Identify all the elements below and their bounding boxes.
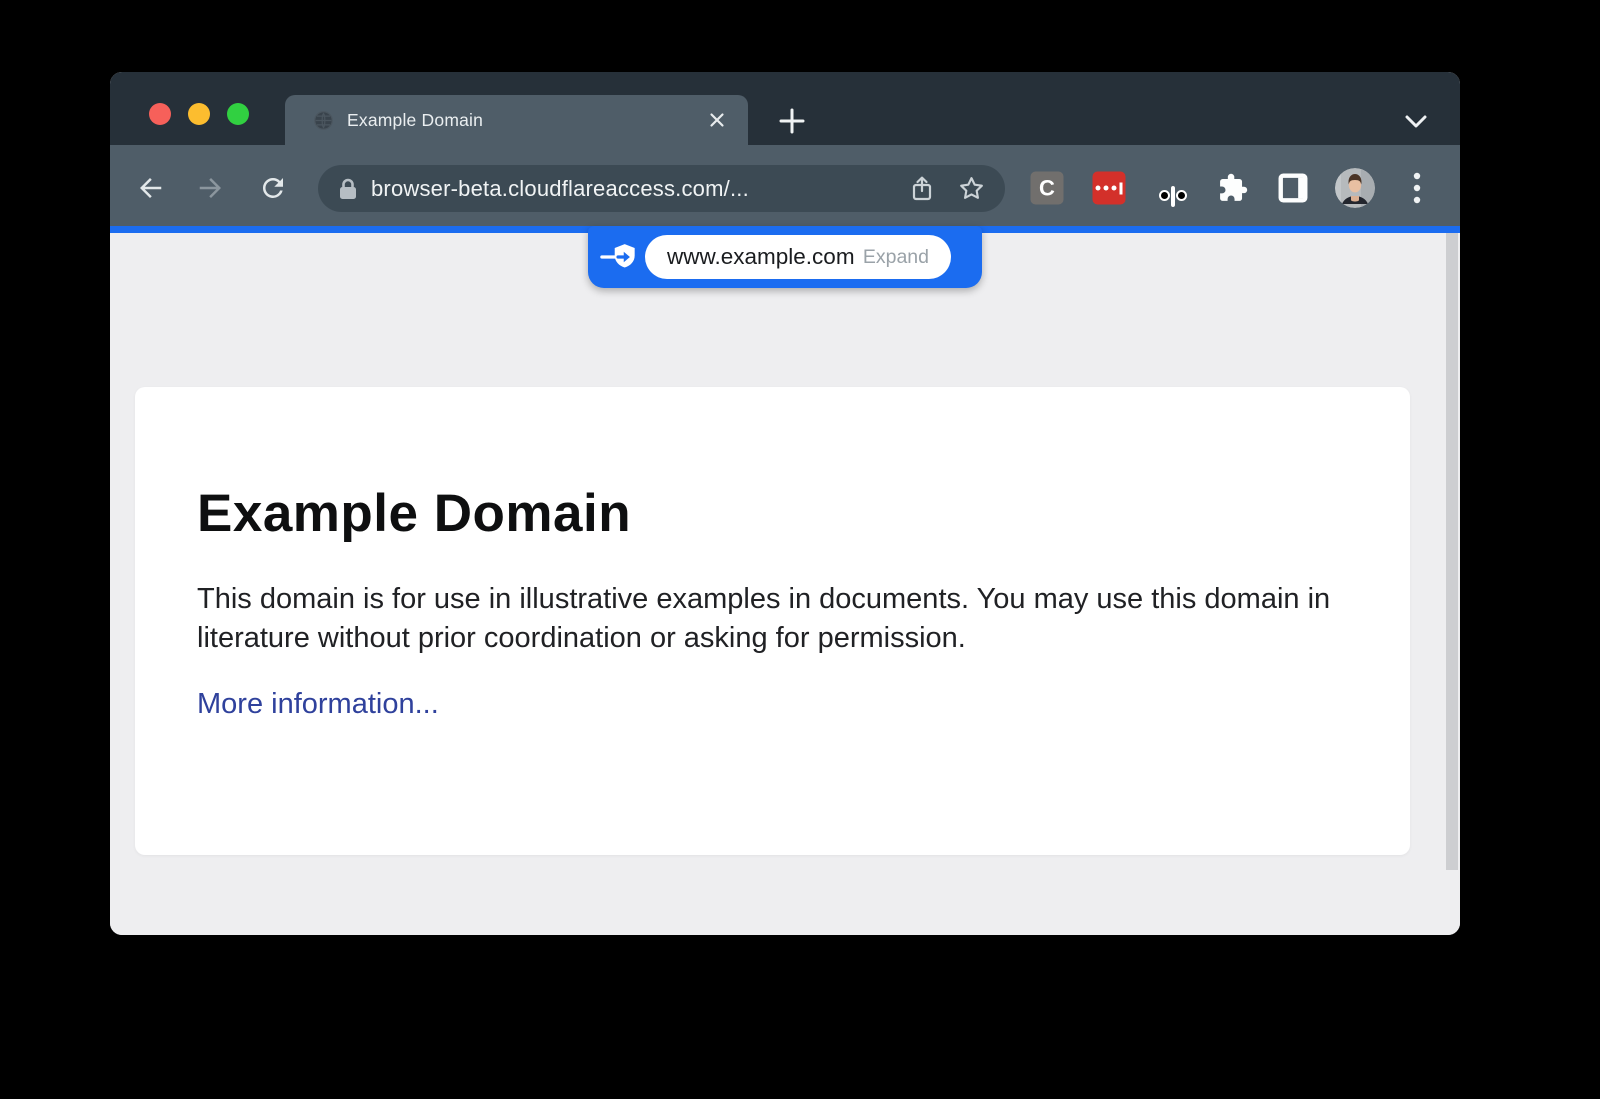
isolation-url-pill[interactable]: www.example.com Expand xyxy=(588,226,982,288)
extensions-puzzle-icon[interactable] xyxy=(1218,173,1249,204)
address-bar[interactable]: browser-beta.cloudflareaccess.com/... xyxy=(318,165,1005,212)
isolated-domain-pill[interactable]: www.example.com Expand xyxy=(645,235,951,279)
bookmark-star-icon[interactable] xyxy=(958,175,985,202)
goggles-extension-icon[interactable] xyxy=(1171,186,1175,207)
vertical-scrollbar[interactable] xyxy=(1446,233,1458,870)
tab-strip: Example Domain xyxy=(110,72,1460,145)
c-extension-icon[interactable]: C xyxy=(1031,172,1064,205)
chevron-down-icon[interactable] xyxy=(1403,110,1429,132)
browser-window: Example Domain xyxy=(110,72,1460,935)
minimize-window-button[interactable] xyxy=(188,103,210,125)
tab-title: Example Domain xyxy=(347,110,483,131)
page-heading: Example Domain xyxy=(197,483,1340,544)
isolated-domain-text: www.example.com xyxy=(667,244,855,270)
globe-favicon-icon xyxy=(313,110,334,131)
forward-button[interactable] xyxy=(196,173,226,203)
page-paragraph: This domain is for use in illustrative e… xyxy=(197,580,1340,657)
side-panel-icon[interactable] xyxy=(1278,173,1309,204)
shield-with-arrow-icon xyxy=(600,241,638,273)
content-card: Example Domain This domain is for use in… xyxy=(135,387,1410,855)
share-icon[interactable] xyxy=(910,175,934,203)
browser-menu-icon[interactable] xyxy=(1413,172,1421,204)
close-window-button[interactable] xyxy=(149,103,171,125)
reload-button[interactable] xyxy=(258,173,288,203)
expand-button[interactable]: Expand xyxy=(863,246,929,269)
page-viewport: Example Domain This domain is for use in… xyxy=(110,233,1460,935)
tab-example-domain[interactable]: Example Domain xyxy=(285,95,748,145)
c-extension-letter: C xyxy=(1039,175,1055,201)
traffic-lights xyxy=(149,103,249,125)
more-information-link[interactable]: More information... xyxy=(197,688,439,721)
profile-avatar[interactable] xyxy=(1335,168,1375,208)
lastpass-extension-icon[interactable] xyxy=(1093,172,1126,205)
new-tab-button[interactable] xyxy=(778,107,806,135)
back-button[interactable] xyxy=(135,173,165,203)
zoom-window-button[interactable] xyxy=(227,103,249,125)
url-text: browser-beta.cloudflareaccess.com/... xyxy=(371,176,749,202)
lock-icon[interactable] xyxy=(338,177,358,201)
toolbar: browser-beta.cloudflareaccess.com/... C xyxy=(110,145,1460,226)
tab-close-icon[interactable] xyxy=(708,111,726,129)
